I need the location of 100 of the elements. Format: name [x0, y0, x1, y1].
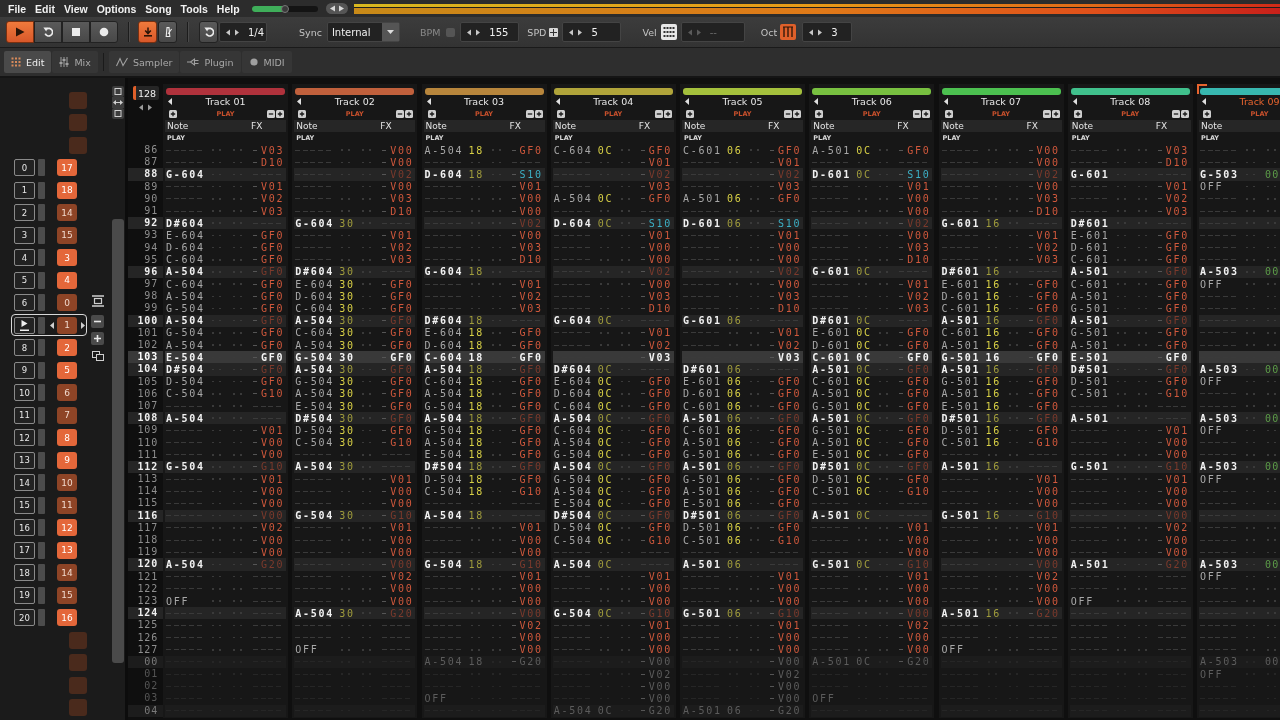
left-triangle-icon[interactable]	[297, 98, 302, 105]
plus-icon[interactable]	[91, 332, 104, 345]
slot-toggle[interactable]	[38, 564, 45, 581]
plus-box-icon[interactable]	[922, 110, 931, 118]
left-triangle-icon[interactable]	[814, 98, 819, 105]
slot-toggle[interactable]	[38, 316, 45, 334]
record-button[interactable]	[90, 21, 118, 43]
menu-item[interactable]: Edit	[35, 2, 55, 15]
slot-toggle[interactable]	[38, 271, 45, 289]
slot-toggle[interactable]	[38, 541, 45, 559]
pattern-number[interactable]: 14	[57, 564, 77, 581]
left-triangle-icon[interactable]	[685, 98, 689, 105]
position-number[interactable]: 1	[14, 181, 35, 199]
track-name[interactable]: Track 02	[334, 96, 375, 107]
slot-toggle[interactable]	[38, 204, 45, 221]
plus-box-icon[interactable]	[1203, 110, 1211, 118]
position-number[interactable]: 10	[14, 384, 35, 401]
pattern-number[interactable]: 11	[57, 496, 77, 514]
plus-box-icon[interactable]	[556, 110, 565, 118]
position-number[interactable]: 0	[14, 159, 35, 176]
menu-item[interactable]: File	[8, 2, 27, 15]
menu-item[interactable]: Help	[216, 2, 240, 15]
slot-toggle[interactable]	[38, 384, 45, 401]
slider[interactable]	[251, 5, 318, 12]
slot-toggle[interactable]	[38, 339, 45, 356]
plus-box-icon[interactable]	[534, 110, 543, 118]
plus-box-icon[interactable]	[815, 110, 824, 118]
keypad-icon[interactable]	[660, 24, 677, 40]
track-name[interactable]: Track 07	[981, 96, 1021, 107]
selected-slot-frame[interactable]: 1	[11, 314, 87, 336]
pattern-number[interactable]: 15	[57, 226, 77, 244]
left-triangle-icon[interactable]	[426, 98, 431, 105]
slider-thumb[interactable]	[280, 4, 289, 13]
tab[interactable]: Plugin	[180, 51, 241, 73]
left-triangle-icon[interactable]	[943, 98, 948, 105]
arrows-icon[interactable]	[809, 28, 823, 36]
menu-item[interactable]: View	[63, 2, 88, 15]
track-name[interactable]: Track 09	[1239, 96, 1280, 107]
square-icon[interactable]	[112, 108, 124, 119]
position-number[interactable]: 6	[14, 294, 35, 311]
tab[interactable]: Edit	[4, 51, 52, 73]
slot-toggle[interactable]	[38, 474, 45, 491]
track-name[interactable]: Track 06	[851, 96, 892, 107]
speed-spinner[interactable]: 5	[562, 22, 622, 42]
metronome-button[interactable]	[158, 21, 177, 43]
loop-button[interactable]	[34, 21, 62, 43]
track-name[interactable]: Track 04	[593, 96, 634, 107]
slot-toggle[interactable]	[38, 519, 45, 536]
left-triangle-icon[interactable]	[1202, 98, 1206, 105]
position-number[interactable]: 2	[14, 204, 35, 221]
left-triangle-icon[interactable]	[555, 98, 560, 105]
grid-icon[interactable]	[549, 27, 559, 37]
pattern-length-field[interactable]: 128	[132, 86, 159, 100]
position-number[interactable]: 4	[14, 249, 35, 266]
position-number[interactable]: 15	[14, 496, 35, 514]
position-box[interactable]	[14, 316, 35, 334]
minus-box-icon[interactable]	[525, 110, 534, 118]
plus-box-icon[interactable]	[944, 110, 953, 118]
slot-toggle[interactable]	[38, 451, 45, 469]
pattern-number[interactable]: 1	[57, 316, 77, 334]
bpm-spinner[interactable]: 155	[460, 22, 520, 42]
slot-toggle[interactable]	[38, 429, 45, 446]
minus-icon[interactable]	[91, 315, 104, 328]
position-number[interactable]: 8	[14, 339, 35, 356]
position-number[interactable]: 5	[14, 271, 35, 289]
pattern-number[interactable]: 7	[57, 406, 77, 424]
left-triangle-icon[interactable]	[168, 98, 172, 105]
minus-box-icon[interactable]	[1171, 110, 1180, 118]
position-number[interactable]: 3	[14, 226, 35, 244]
position-number[interactable]: 13	[14, 451, 35, 469]
minus-box-icon[interactable]	[1042, 110, 1051, 118]
menu-item[interactable]: Song	[145, 2, 172, 15]
track-name[interactable]: Track 03	[464, 96, 504, 107]
follow-button[interactable]	[138, 21, 157, 43]
plus-box-icon[interactable]	[427, 110, 436, 118]
slot-toggle[interactable]	[38, 586, 45, 604]
position-number[interactable]: 16	[14, 519, 35, 536]
pattern-number[interactable]: 0	[57, 294, 77, 311]
scrollbar-thumb[interactable]	[112, 219, 124, 663]
plus-box-icon[interactable]	[1073, 110, 1082, 118]
block-loop-spinner[interactable]: 1/4	[219, 22, 267, 42]
pattern-number[interactable]: 6	[57, 384, 77, 401]
position-number[interactable]: 17	[14, 541, 35, 559]
square-icon[interactable]	[112, 86, 124, 97]
position-number[interactable]: 18	[14, 564, 35, 581]
minus-box-icon[interactable]	[654, 110, 663, 118]
plus-box-icon[interactable]	[793, 110, 801, 118]
keyboard-icon[interactable]	[780, 24, 797, 40]
position-number[interactable]: 19	[14, 586, 35, 604]
menu-item[interactable]: Tools	[180, 2, 208, 15]
pattern-number[interactable]: 14	[57, 204, 77, 221]
plus-box-icon[interactable]	[405, 110, 414, 118]
copy-icon[interactable]	[91, 351, 104, 361]
position-number[interactable]: 14	[14, 474, 35, 491]
slot-toggle[interactable]	[38, 249, 45, 266]
plus-box-icon[interactable]	[663, 110, 672, 118]
plus-box-icon[interactable]	[169, 110, 177, 118]
position-number[interactable]: 9	[14, 361, 35, 379]
slot-toggle[interactable]	[38, 496, 45, 514]
slot-toggle[interactable]	[38, 159, 45, 176]
